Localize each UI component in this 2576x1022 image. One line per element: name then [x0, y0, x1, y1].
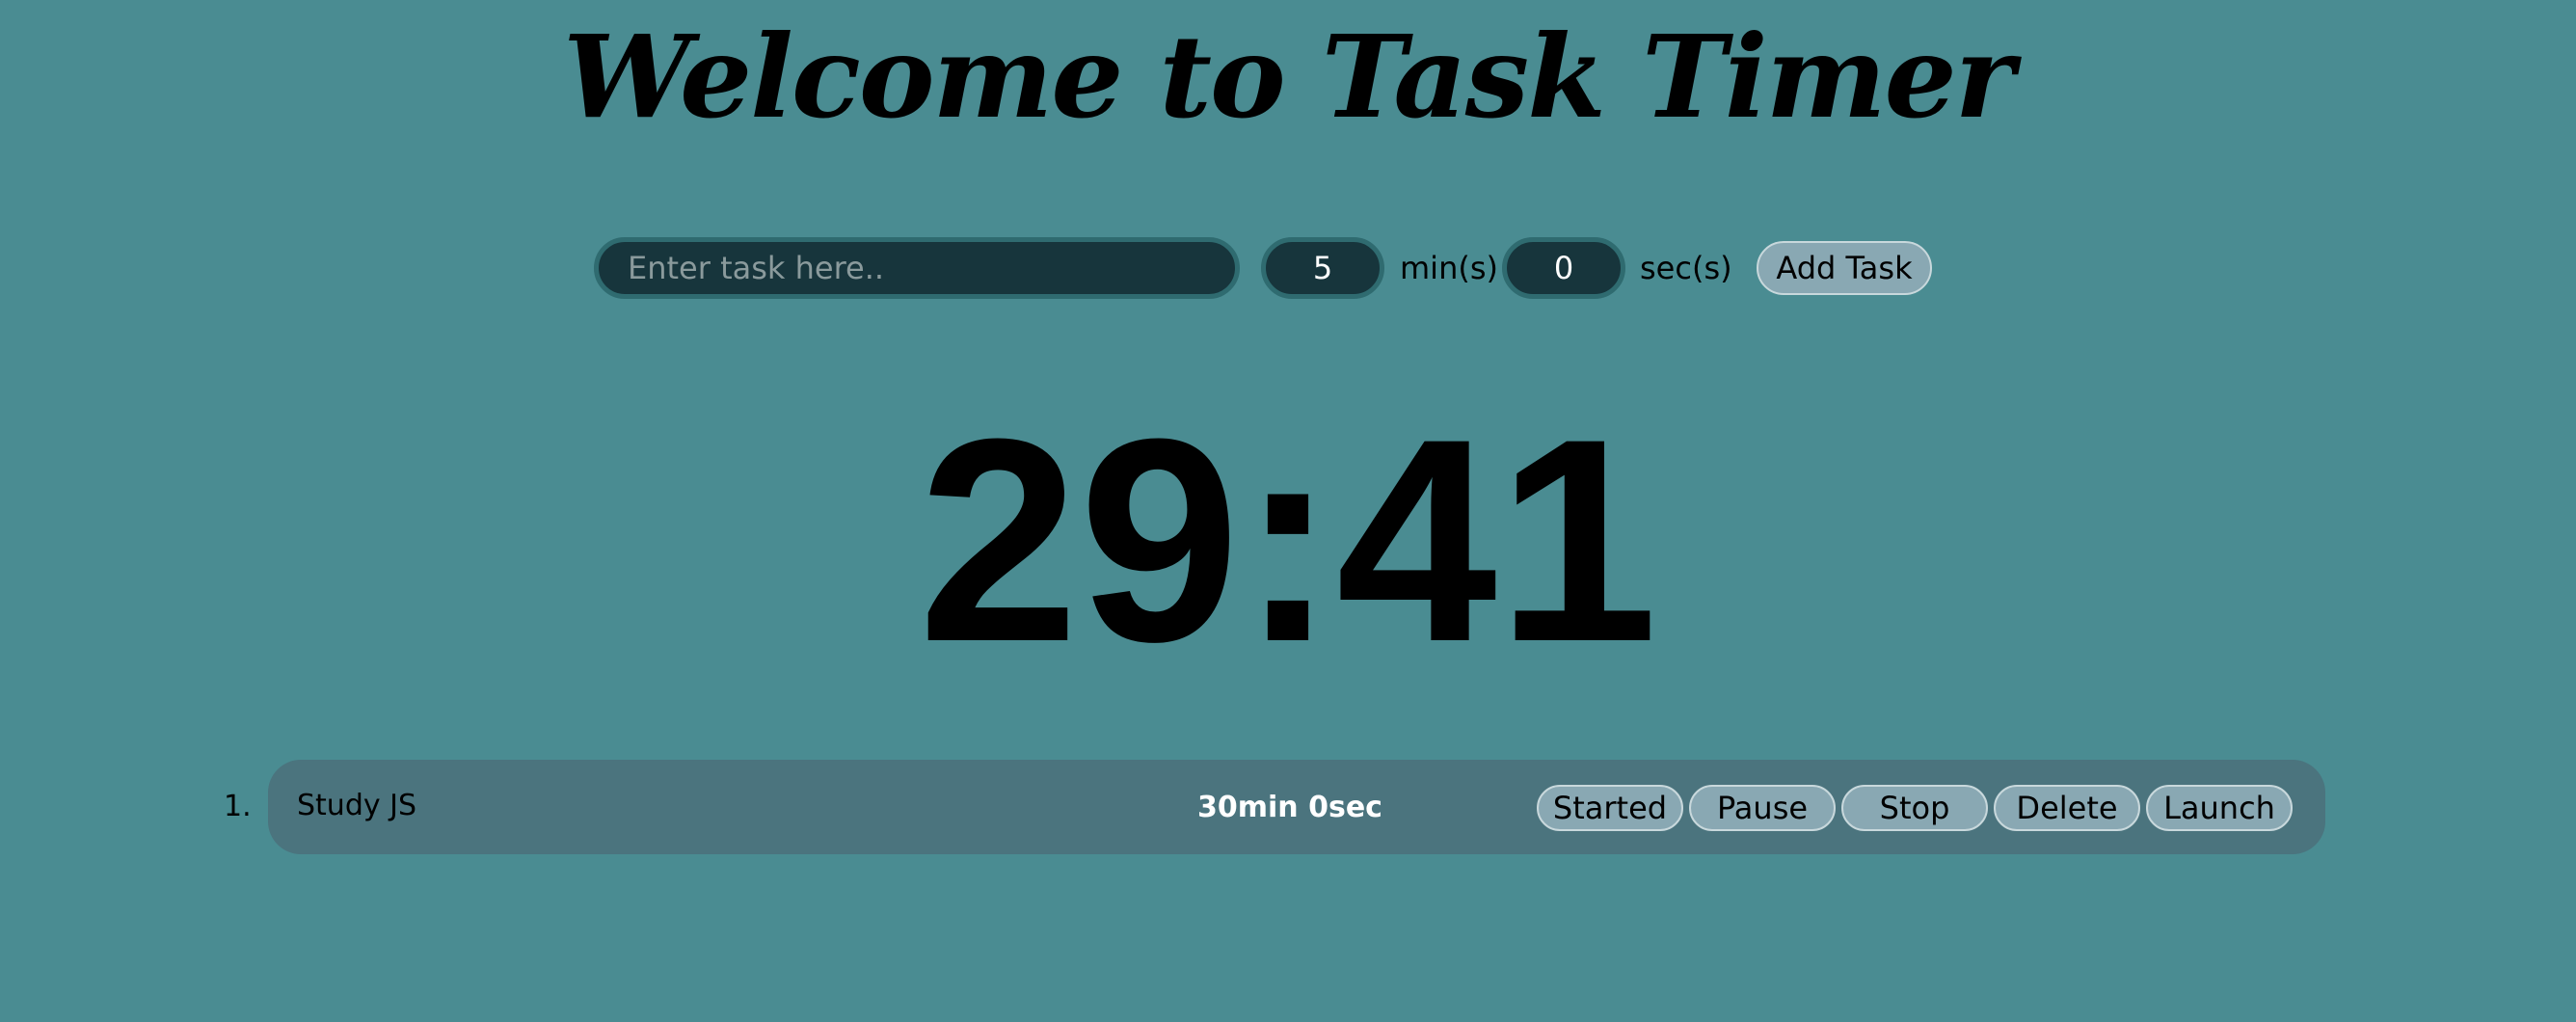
launch-button[interactable]: Launch	[2146, 785, 2293, 831]
task-name-input[interactable]	[594, 237, 1240, 299]
page-title: Welcome to Task Timer	[563, 10, 2015, 144]
minutes-unit-label: min(s)	[1400, 250, 1498, 286]
task-name: Study JS	[297, 789, 417, 822]
list-item: 1. Study JS 30min 0sec Started Pause Sto…	[0, 760, 2576, 854]
started-button[interactable]: Started	[1537, 785, 1683, 831]
countdown-timer: 29:41	[918, 378, 1658, 702]
delete-button[interactable]: Delete	[1994, 785, 2140, 831]
task-row: Study JS 30min 0sec Started Pause Stop D…	[268, 760, 2325, 854]
pause-button[interactable]: Pause	[1689, 785, 1836, 831]
task-duration: 30min 0sec	[1197, 791, 1382, 824]
minutes-input[interactable]	[1261, 237, 1384, 299]
task-list: 1. Study JS 30min 0sec Started Pause Sto…	[0, 760, 2576, 854]
seconds-unit-label: sec(s)	[1640, 250, 1732, 286]
seconds-input[interactable]	[1502, 237, 1625, 299]
add-task-button[interactable]: Add Task	[1757, 241, 1932, 295]
task-number: 1.	[224, 790, 252, 823]
stop-button[interactable]: Stop	[1841, 785, 1988, 831]
